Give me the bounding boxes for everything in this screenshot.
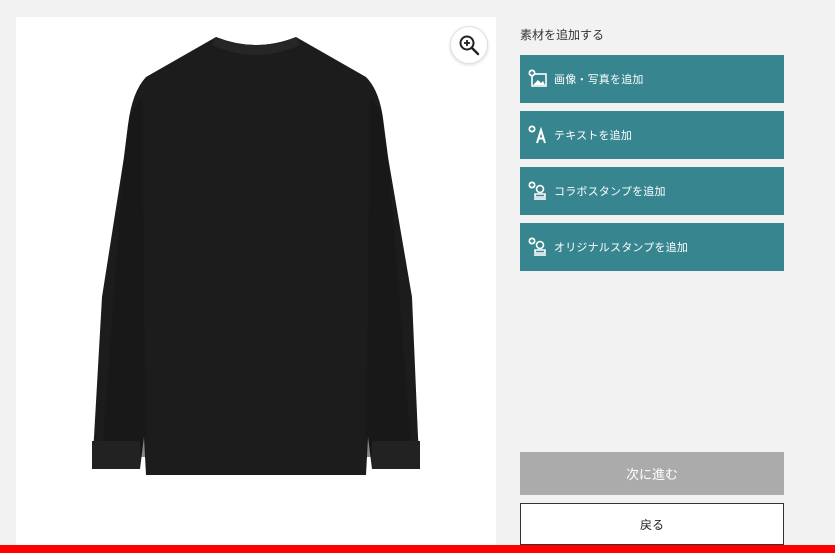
add-image-label: 画像・写真を追加 bbox=[554, 73, 644, 86]
next-button[interactable]: 次に進む bbox=[520, 452, 784, 495]
brand-footer-bar bbox=[0, 545, 835, 553]
original-stamp-add-icon bbox=[528, 237, 548, 257]
image-add-icon bbox=[528, 69, 548, 89]
zoom-button[interactable] bbox=[450, 26, 488, 64]
add-text-button[interactable]: テキストを追加 bbox=[520, 111, 784, 159]
text-add-icon bbox=[528, 125, 548, 145]
zoom-in-icon bbox=[459, 35, 480, 56]
add-original-stamp-label: オリジナルスタンプを追加 bbox=[554, 241, 689, 254]
product-preview-canvas bbox=[16, 17, 496, 553]
add-collab-stamp-label: コラボスタンプを追加 bbox=[554, 185, 666, 198]
collab-stamp-add-icon bbox=[528, 181, 548, 201]
add-original-stamp-button[interactable]: オリジナルスタンプを追加 bbox=[520, 223, 784, 271]
add-material-panel: 素材を追加する 画像・写真を追加 テキストを追加 コラボスタンプを追加 オリジナ… bbox=[520, 27, 784, 271]
back-button[interactable]: 戻る bbox=[520, 503, 784, 545]
add-text-label: テキストを追加 bbox=[554, 129, 633, 142]
add-image-button[interactable]: 画像・写真を追加 bbox=[520, 55, 784, 103]
add-collab-stamp-button[interactable]: コラボスタンプを追加 bbox=[520, 167, 784, 215]
panel-title: 素材を追加する bbox=[520, 28, 605, 42]
long-sleeve-shirt-image bbox=[92, 37, 420, 475]
